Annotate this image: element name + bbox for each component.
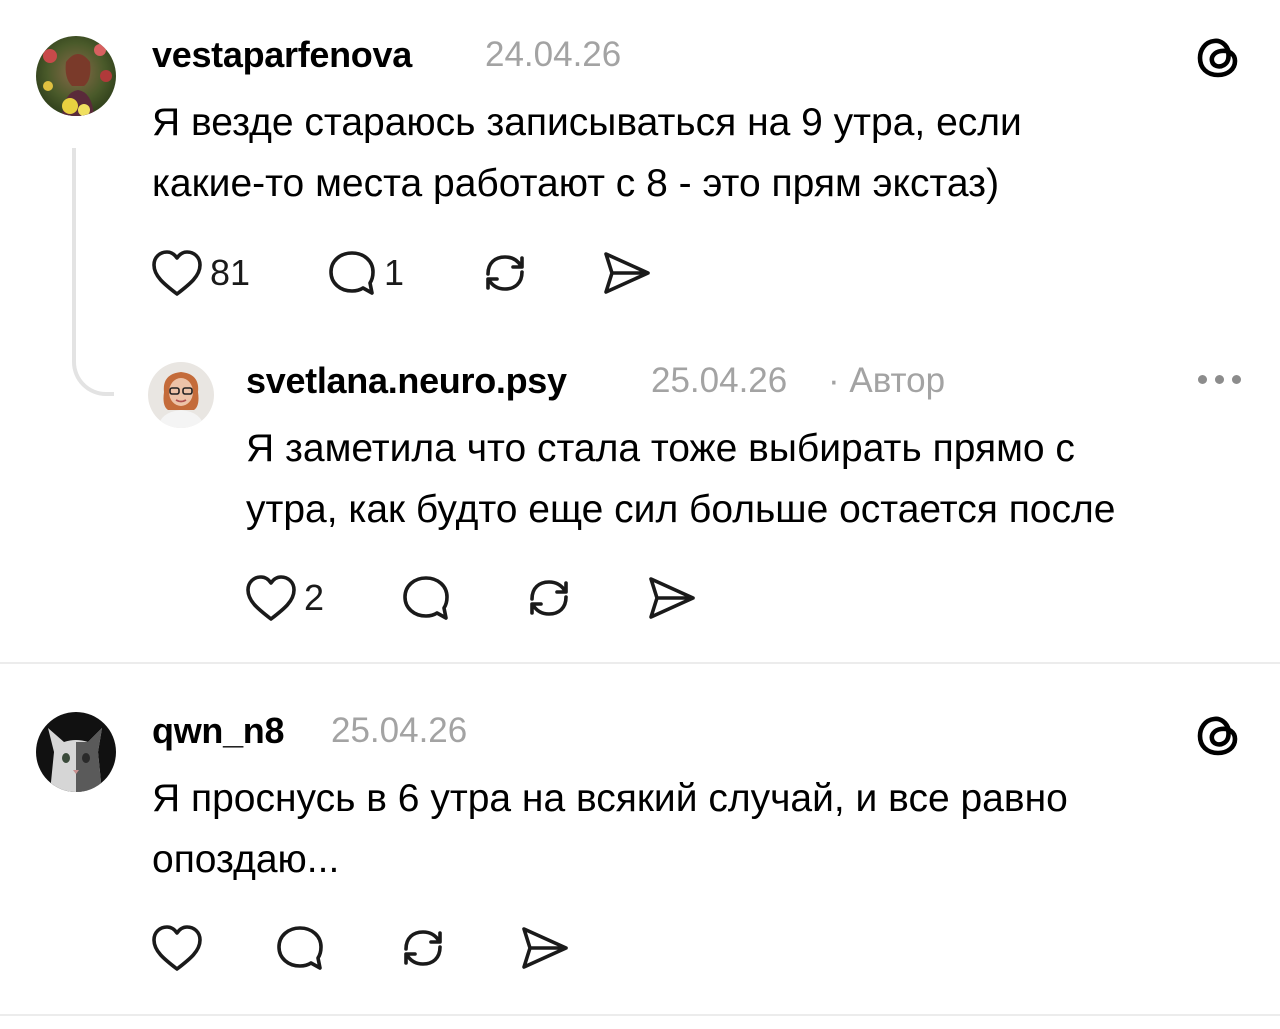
heart-icon <box>152 250 202 296</box>
repost-icon <box>486 255 524 291</box>
avatar[interactable] <box>148 362 214 428</box>
comment-date: 25.04.26 <box>651 361 788 400</box>
username[interactable]: vestaparfenova <box>152 34 412 76</box>
comment-text-line: какие-то места работают с 8 - это прям э… <box>152 162 1000 205</box>
like-count: 81 <box>210 252 251 293</box>
divider <box>0 1014 1280 1016</box>
comment-text-line: Я проснусь в 6 утра на всякий случай, и … <box>152 777 1068 820</box>
like-button[interactable] <box>150 923 204 973</box>
avatar[interactable] <box>36 712 116 792</box>
comment-bubble-icon <box>277 926 323 970</box>
share-button[interactable] <box>518 923 572 973</box>
comment-text-line: Я везде стараюсь записываться на 9 утра,… <box>152 101 1022 144</box>
more-options-icon[interactable] <box>1198 375 1241 384</box>
divider <box>0 662 1280 664</box>
like-count: 2 <box>304 577 325 618</box>
avatar[interactable] <box>36 36 116 116</box>
reply-button[interactable]: 1 <box>326 248 404 298</box>
repost-icon <box>530 580 568 616</box>
repost-icon <box>404 930 442 966</box>
thread-connector-line <box>72 148 114 396</box>
threads-logo-icon[interactable] <box>1194 710 1244 765</box>
like-button[interactable]: 81 <box>150 248 250 298</box>
reply-button[interactable] <box>400 573 452 623</box>
repost-button[interactable] <box>396 923 450 973</box>
comment-date: 25.04.26 <box>331 711 468 750</box>
repost-button[interactable] <box>478 248 532 298</box>
send-icon <box>522 927 568 969</box>
comment-bubble-icon <box>403 576 449 620</box>
heart-icon <box>152 925 202 971</box>
share-button[interactable] <box>645 573 699 623</box>
send-icon <box>649 577 695 619</box>
reply-count: 1 <box>384 252 405 293</box>
comment-text-line: опоздаю... <box>152 838 340 881</box>
send-icon <box>604 252 650 294</box>
share-button[interactable] <box>600 248 654 298</box>
author-badge: · Автор <box>828 361 946 400</box>
heart-icon <box>246 575 296 621</box>
username[interactable]: qwn_n8 <box>152 710 285 752</box>
threads-logo-icon[interactable] <box>1194 32 1244 87</box>
username[interactable]: svetlana.neuro.psy <box>246 360 567 402</box>
like-button[interactable]: 2 <box>244 573 324 623</box>
comment-text-line: Я заметила что стала тоже выбирать прямо… <box>246 427 1075 470</box>
comment-date: 24.04.26 <box>485 35 622 74</box>
comment-bubble-icon <box>329 251 375 295</box>
repost-button[interactable] <box>522 573 576 623</box>
comment-text-line: утра, как будто еще сил больше остается … <box>246 488 1116 531</box>
reply-button[interactable] <box>274 923 326 973</box>
